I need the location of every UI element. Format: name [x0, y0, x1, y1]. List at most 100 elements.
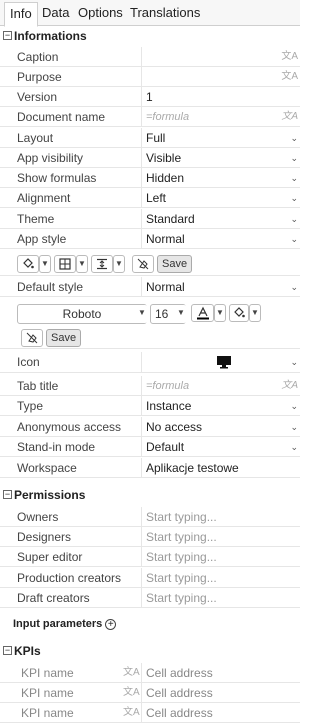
production-creators-input[interactable]: Start typing... [141, 568, 300, 588]
borders-icon [59, 258, 71, 270]
borders-dropdown[interactable]: ▼ [76, 255, 88, 273]
anonymous-access-label: Anonymous access [17, 420, 122, 434]
caption-row: Caption 文A [0, 47, 300, 67]
font-color-dropdown[interactable]: ▼ [214, 304, 226, 322]
caption-label: Caption [17, 50, 59, 64]
input-parameters-button[interactable]: Input parameters + [13, 615, 117, 633]
designers-input[interactable]: Start typing... [141, 527, 300, 547]
icon-select[interactable]: ⌄ [141, 352, 300, 372]
translate-icon[interactable]: 文A [281, 47, 298, 67]
default-style-select[interactable]: Normal ⌄ [141, 277, 300, 297]
translate-icon[interactable]: 文A [123, 683, 140, 703]
kpis-section-header[interactable]: − KPIs [0, 641, 300, 661]
tab-title-field[interactable]: =formula 文A [141, 376, 300, 396]
tab-options[interactable]: Options [73, 2, 128, 26]
permissions-section-header[interactable]: − Permissions [0, 485, 300, 505]
layout-select[interactable]: Full ⌄ [141, 128, 300, 148]
document-name-row: Document name =formula 文A [0, 107, 300, 127]
super-editor-row: Super editor Start typing... [0, 547, 300, 567]
save-style-button[interactable]: Save [157, 255, 193, 273]
cell-fill-dropdown[interactable]: ▼ [249, 304, 261, 322]
kpi-cell-address-input[interactable]: Cell address [141, 703, 300, 723]
translate-icon[interactable]: 文A [123, 663, 140, 683]
paint-bucket-icon [234, 307, 245, 318]
chevron-down-icon: ⌄ [290, 234, 298, 244]
cell-fill-button[interactable] [229, 304, 249, 322]
collapse-icon[interactable]: − [3, 31, 12, 40]
show-formulas-label: Show formulas [17, 171, 97, 185]
icon-label: Icon [17, 355, 40, 369]
alignment-select[interactable]: Left ⌄ [141, 188, 300, 208]
vertical-align-button[interactable] [91, 255, 113, 273]
font-size-dropdown[interactable]: ▼ [175, 305, 187, 323]
draft-creators-input[interactable]: Start typing... [141, 588, 300, 608]
purpose-field[interactable]: 文A [141, 67, 300, 87]
kpi-row: KPI name 文A Cell address [0, 703, 300, 723]
owners-row: Owners Start typing... [0, 507, 300, 527]
chevron-down-icon: ⌄ [290, 193, 298, 203]
clear-format-button[interactable] [21, 329, 43, 347]
production-creators-label: Production creators [17, 571, 122, 585]
borders-button[interactable] [54, 255, 76, 273]
kpi-name-input[interactable]: KPI name [21, 703, 74, 723]
paint-bucket-icon [23, 258, 34, 269]
chevron-down-icon: ⌄ [290, 133, 298, 143]
version-label: Version [17, 90, 58, 104]
fill-color-dropdown[interactable]: ▼ [39, 255, 51, 273]
workspace-field[interactable]: Aplikacje testowe [141, 458, 300, 478]
designers-label: Designers [17, 530, 72, 544]
font-family-dropdown[interactable]: ▼ [136, 305, 148, 323]
chevron-down-icon: ⌄ [290, 357, 298, 367]
clear-format-icon [26, 332, 38, 344]
production-creators-row: Production creators Start typing... [0, 568, 300, 588]
kpi-cell-address-input[interactable]: Cell address [141, 663, 300, 683]
kpi-name-input[interactable]: KPI name [21, 663, 74, 683]
kpi-name-input[interactable]: KPI name [21, 683, 74, 703]
layout-label: Layout [17, 131, 54, 145]
default-style-row: Default style Normal ⌄ [0, 277, 300, 297]
chevron-down-icon: ⌄ [290, 173, 298, 183]
translate-icon[interactable]: 文A [281, 376, 298, 396]
app-visibility-row: App visibility Visible ⌄ [0, 148, 300, 168]
owners-input[interactable]: Start typing... [141, 507, 300, 527]
version-field[interactable]: 1 [141, 87, 300, 107]
theme-select[interactable]: Standard ⌄ [141, 209, 300, 229]
app-style-row: App style Normal ⌄ [0, 229, 300, 249]
show-formulas-row: Show formulas Hidden ⌄ [0, 168, 300, 188]
tab-data[interactable]: Data [37, 2, 74, 26]
informations-section-header[interactable]: − Informations [0, 26, 300, 46]
purpose-label: Purpose [17, 70, 62, 84]
chevron-down-icon: ⌄ [290, 153, 298, 163]
save-font-button[interactable]: Save [46, 329, 82, 347]
add-circle-icon[interactable]: + [105, 619, 117, 630]
collapse-icon[interactable]: − [3, 646, 12, 655]
anonymous-access-select[interactable]: No access ⌄ [141, 417, 300, 437]
tab-bar: Info Data Options Translations [0, 0, 300, 27]
chevron-down-icon: ⌄ [290, 282, 298, 292]
input-parameters-label: Input parameters [13, 618, 103, 630]
caption-field[interactable]: 文A [141, 47, 300, 67]
alignment-row: Alignment Left ⌄ [0, 188, 300, 208]
app-style-select[interactable]: Normal ⌄ [141, 229, 300, 249]
collapse-icon[interactable]: − [3, 490, 12, 499]
document-name-field[interactable]: =formula 文A [141, 107, 300, 127]
app-style-label: App style [17, 232, 67, 246]
chevron-down-icon: ⌄ [290, 442, 298, 452]
translate-icon[interactable]: 文A [123, 703, 140, 723]
app-visibility-select[interactable]: Visible ⌄ [141, 148, 300, 168]
translate-icon[interactable]: 文A [281, 67, 298, 87]
stand-in-mode-select[interactable]: Default ⌄ [141, 437, 300, 457]
tab-translations[interactable]: Translations [125, 2, 205, 26]
font-family-select[interactable]: Roboto [17, 304, 147, 324]
super-editor-input[interactable]: Start typing... [141, 547, 300, 567]
vertical-align-dropdown[interactable]: ▼ [113, 255, 125, 273]
type-select[interactable]: Instance ⌄ [141, 396, 300, 416]
fill-color-button[interactable] [17, 255, 39, 273]
clear-format-button[interactable] [132, 255, 154, 273]
font-color-button[interactable] [191, 304, 214, 322]
document-name-label: Document name [17, 110, 106, 124]
translate-icon[interactable]: 文A [281, 107, 298, 127]
show-formulas-select[interactable]: Hidden ⌄ [141, 168, 300, 188]
tab-info[interactable]: Info [4, 2, 38, 27]
kpi-cell-address-input[interactable]: Cell address [141, 683, 300, 703]
